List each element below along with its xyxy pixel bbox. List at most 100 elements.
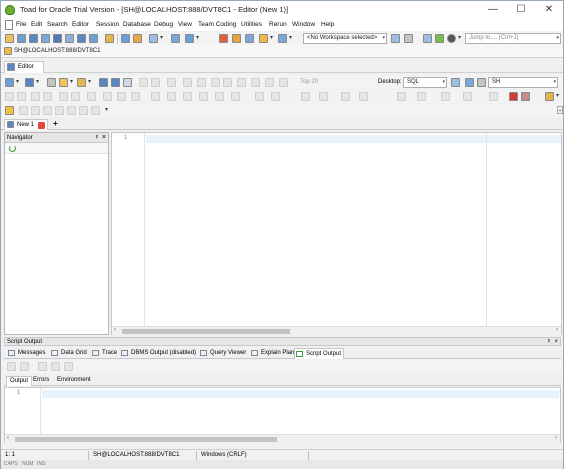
menu-utilities[interactable]: Utilities [241, 21, 262, 28]
chevron-down-icon[interactable]: ▾ [556, 93, 560, 99]
import-icon[interactable] [215, 92, 224, 101]
reports-icon[interactable] [185, 34, 194, 43]
commit-icon[interactable] [219, 34, 228, 43]
lowercase-icon[interactable] [71, 92, 80, 101]
undo-icon[interactable] [5, 78, 14, 87]
wizard-icon[interactable] [149, 34, 158, 43]
scrollbar-thumb[interactable] [122, 329, 290, 334]
describe-icon[interactable] [151, 92, 160, 101]
editor-icon[interactable] [29, 34, 38, 43]
wrap-icon[interactable] [397, 92, 406, 101]
green-toad-icon[interactable] [435, 34, 444, 43]
execute-script-icon[interactable] [197, 78, 206, 87]
tab-new-1[interactable]: New 1 [4, 119, 48, 130]
tab-dbms-output[interactable]: DBMS Output (disabled) [120, 348, 196, 359]
clear-icon[interactable] [7, 362, 16, 371]
scroll-left-icon[interactable]: ‹ [7, 435, 9, 441]
menu-window[interactable]: Window [292, 21, 315, 28]
bookmark-icon[interactable] [87, 92, 96, 101]
outdent-icon[interactable] [17, 92, 26, 101]
session-browser-icon[interactable] [41, 34, 50, 43]
whitespace-icon[interactable] [417, 92, 426, 101]
close-tab-icon[interactable] [47, 78, 56, 87]
close-button[interactable]: ✕ [535, 1, 563, 19]
uncomment-icon[interactable] [43, 92, 52, 101]
comment-icon[interactable] [31, 92, 40, 101]
line-ending[interactable]: Windows (CRLF) [199, 451, 309, 460]
step-icon[interactable] [237, 78, 246, 87]
chevron-down-icon[interactable]: ▾ [458, 35, 462, 41]
playback-icon[interactable] [341, 92, 350, 101]
spellcheck-icon[interactable] [545, 92, 554, 101]
connection-label[interactable]: SH@LOCALHOST:888/DVT8C1 [14, 48, 100, 54]
editor-horizontal-scrollbar[interactable]: ‹ › [112, 326, 561, 335]
add-tab-button[interactable]: + [53, 119, 58, 128]
new-connection-icon[interactable] [5, 34, 14, 43]
macro-icon[interactable] [301, 92, 310, 101]
tab-data-grid[interactable]: Data Grid [50, 348, 87, 359]
chevron-down-icon[interactable]: ▾ [270, 35, 274, 41]
explain-plan-icon[interactable] [65, 34, 74, 43]
menu-help[interactable]: Help [321, 21, 334, 28]
reset-layout-icon[interactable] [477, 78, 486, 87]
code-snippet-icon[interactable] [255, 92, 264, 101]
chevron-down-icon[interactable]: ▾ [105, 107, 109, 113]
save-as-icon[interactable] [111, 78, 120, 87]
grid-icon[interactable] [183, 92, 192, 101]
layout-icon[interactable] [465, 78, 474, 87]
history-icon[interactable] [231, 92, 240, 101]
execute-icon[interactable] [183, 78, 192, 87]
menu-debug[interactable]: Debug [154, 21, 173, 28]
workspace-close-icon[interactable] [404, 34, 413, 43]
scroll-left-icon[interactable]: ‹ [114, 327, 116, 333]
close-tab-icon[interactable] [38, 122, 45, 129]
output-horizontal-scrollbar[interactable]: ‹ › [5, 434, 560, 443]
database-icon[interactable] [245, 34, 254, 43]
copy-icon[interactable] [64, 362, 73, 371]
watch-icon[interactable] [91, 106, 100, 115]
schema-select[interactable]: SH ▾ [488, 77, 558, 88]
menu-search[interactable]: Search [47, 21, 68, 28]
workspace-icon[interactable] [391, 34, 400, 43]
refresh-icon[interactable] [9, 145, 16, 152]
uppercase-icon[interactable] [59, 92, 68, 101]
run-to-cursor-icon[interactable] [55, 106, 64, 115]
unfold-icon[interactable] [463, 92, 472, 101]
status-connection[interactable]: SH@LOCALHOST:888/DVT8C1 [91, 451, 197, 460]
menu-session[interactable]: Session [96, 21, 119, 28]
jump-to-input[interactable]: Jump to.... (Ctrl+J) ▾ [465, 33, 561, 44]
connect-icon[interactable] [259, 34, 268, 43]
desktop-settings-icon[interactable] [451, 78, 460, 87]
window-icon[interactable] [171, 34, 180, 43]
copy-icon[interactable] [423, 34, 432, 43]
tab-messages[interactable]: Messages [7, 348, 45, 359]
step-into-icon[interactable] [19, 106, 28, 115]
chevron-down-icon[interactable]: ▾ [289, 35, 293, 41]
menu-database[interactable]: Database [123, 21, 151, 28]
close-icon[interactable]: × [554, 338, 558, 346]
format-icon[interactable] [265, 78, 274, 87]
sql-editor[interactable]: 1 ‹ › [111, 132, 562, 335]
tab-editor[interactable]: Editor [4, 61, 44, 73]
tab-environment[interactable]: Environment [54, 376, 94, 386]
paste-icon[interactable] [167, 78, 176, 87]
chevron-down-icon[interactable]: ▾ [70, 79, 74, 85]
minimize-button[interactable]: — [479, 1, 507, 19]
disconnect-icon[interactable] [278, 34, 287, 43]
graduation-cap-icon[interactable] [447, 34, 456, 43]
menu-editor[interactable]: Editor [72, 21, 89, 28]
find-icon[interactable] [103, 92, 112, 101]
pin-icon[interactable]: ᵖ [548, 338, 550, 346]
print-icon[interactable] [51, 362, 60, 371]
sql-tracker-icon[interactable] [53, 34, 62, 43]
halt-icon[interactable] [79, 106, 88, 115]
open-file-icon[interactable] [59, 78, 68, 87]
copy-icon[interactable] [151, 78, 160, 87]
pause-icon[interactable] [67, 106, 76, 115]
data-grid-icon[interactable] [77, 34, 86, 43]
lock-icon[interactable] [133, 34, 142, 43]
menu-team-coding[interactable]: Team Coding [198, 21, 236, 28]
save-icon[interactable] [99, 78, 108, 87]
goto-icon[interactable] [131, 92, 140, 101]
query-builder-icon[interactable] [167, 92, 176, 101]
